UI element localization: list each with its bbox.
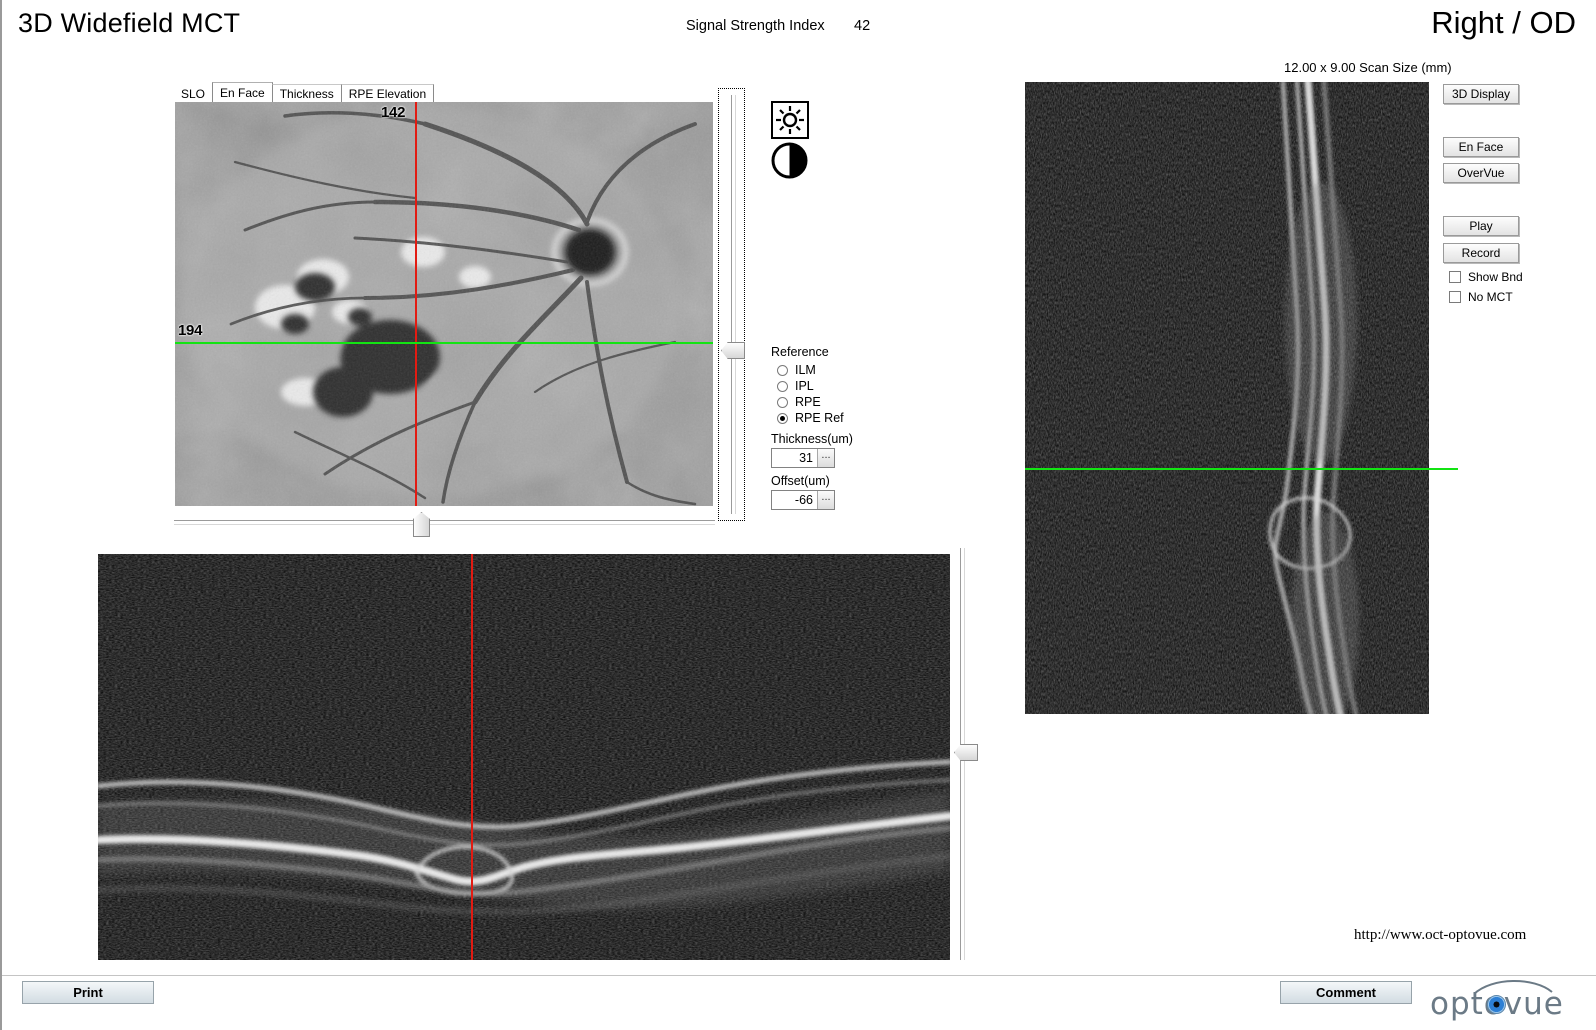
- thickness-value[interactable]: 31: [772, 451, 817, 465]
- reference-option-ipl[interactable]: IPL: [777, 378, 901, 394]
- reference-option-rpe-ref[interactable]: RPE Ref: [777, 410, 901, 426]
- enface-vertical-crosshair[interactable]: [415, 102, 417, 506]
- horizontal-bscan-bitmap: [98, 554, 950, 960]
- thickness-field[interactable]: 31 ...: [771, 448, 835, 468]
- record-button[interactable]: Record: [1443, 243, 1519, 263]
- thickness-ellipsis-button[interactable]: ...: [817, 449, 834, 467]
- horizontal-bscan-image[interactable]: [98, 554, 950, 960]
- offset-ellipsis-button[interactable]: ...: [817, 491, 834, 509]
- footer-divider: [2, 975, 1596, 976]
- bscan-vertical-slider[interactable]: [954, 548, 978, 960]
- reference-option-ipl-label: IPL: [795, 379, 814, 393]
- show-bnd-checkbox-icon[interactable]: [1449, 271, 1461, 283]
- tab-en-face[interactable]: En Face: [212, 82, 273, 103]
- radio-ilm-icon[interactable]: [777, 364, 788, 376]
- print-button[interactable]: Print: [22, 981, 154, 1004]
- signal-strength-index-value: 42: [854, 18, 871, 34]
- contrast-icon[interactable]: [771, 142, 808, 179]
- overvue-button[interactable]: OverVue: [1443, 163, 1519, 183]
- radio-rpe-icon[interactable]: [777, 396, 788, 408]
- page-title: 3D Widefield MCT: [18, 8, 241, 38]
- website-url: http://www.oct-optovue.com: [1354, 927, 1527, 943]
- vertical-bscan-bitmap: [1025, 82, 1429, 714]
- enface-vertical-slider-track: [731, 95, 736, 514]
- 3d-display-button[interactable]: 3D Display: [1443, 84, 1519, 104]
- optovue-logo: optovue: [1430, 978, 1578, 1022]
- enface-horizontal-slider[interactable]: [174, 512, 715, 537]
- tab-thickness[interactable]: Thickness: [271, 84, 342, 103]
- tab-rpe-elevation[interactable]: RPE Elevation: [340, 84, 435, 103]
- no-mct-checkbox-row[interactable]: No MCT: [1449, 290, 1513, 304]
- enface-fundus-bitmap: [175, 102, 713, 506]
- reference-title: Reference: [771, 345, 829, 359]
- offset-value[interactable]: -66: [772, 493, 817, 507]
- contrast-half-circle-glyph: [771, 142, 808, 179]
- brightness-sun-glyph: [776, 106, 804, 134]
- enface-tabstrip: SLO En Face Thickness RPE Elevation: [174, 82, 435, 103]
- no-mct-checkbox-icon[interactable]: [1449, 291, 1461, 303]
- show-bnd-checkbox-row[interactable]: Show Bnd: [1449, 270, 1523, 284]
- horizontal-bscan-red-marker-line[interactable]: [471, 554, 473, 960]
- enface-vertical-slider-thumb[interactable]: [721, 342, 745, 359]
- signal-strength-index-label: Signal Strength Index: [686, 18, 825, 34]
- enface-vertical-position-label: 142: [381, 104, 406, 121]
- enface-horizontal-slider-track: [174, 520, 715, 525]
- en-face-button[interactable]: En Face: [1443, 137, 1519, 157]
- enface-vertical-slider[interactable]: [718, 88, 745, 521]
- enface-fundus-image[interactable]: 142 194: [175, 102, 713, 506]
- radio-ipl-icon[interactable]: [777, 380, 788, 392]
- reference-option-ilm[interactable]: ILM: [777, 362, 901, 378]
- enface-horizontal-crosshair[interactable]: [175, 342, 713, 344]
- enface-horizontal-slider-thumb[interactable]: [413, 512, 430, 537]
- reference-option-rpe-label: RPE: [795, 395, 821, 409]
- tab-slo[interactable]: SLO: [174, 85, 214, 103]
- vertical-bscan-green-reference-line: [1025, 468, 1458, 470]
- play-button[interactable]: Play: [1443, 216, 1519, 236]
- scan-size-label: 12.00 x 9.00 Scan Size (mm): [1284, 60, 1452, 75]
- reference-panel: Reference ILM IPL RPE RPE Ref Thickness(…: [771, 345, 901, 510]
- bscan-vertical-slider-thumb[interactable]: [954, 744, 978, 761]
- reference-option-rpe[interactable]: RPE: [777, 394, 901, 410]
- offset-field[interactable]: -66 ...: [771, 490, 835, 510]
- brightness-icon[interactable]: [771, 101, 809, 139]
- radio-rpe-ref-icon[interactable]: [777, 412, 788, 424]
- offset-label: Offset(um): [771, 474, 830, 488]
- eye-laterality-label: Right / OD: [1431, 5, 1576, 40]
- reference-option-ilm-label: ILM: [795, 363, 816, 377]
- comment-button[interactable]: Comment: [1280, 981, 1412, 1004]
- thickness-label: Thickness(um): [771, 432, 853, 446]
- vertical-bscan-image[interactable]: [1025, 82, 1429, 714]
- reference-option-rpe-ref-label: RPE Ref: [795, 411, 844, 425]
- no-mct-label: No MCT: [1468, 290, 1513, 304]
- show-bnd-label: Show Bnd: [1468, 270, 1523, 284]
- optovue-logo-eye-icon: [1487, 995, 1506, 1014]
- enface-horizontal-position-label: 194: [178, 322, 203, 339]
